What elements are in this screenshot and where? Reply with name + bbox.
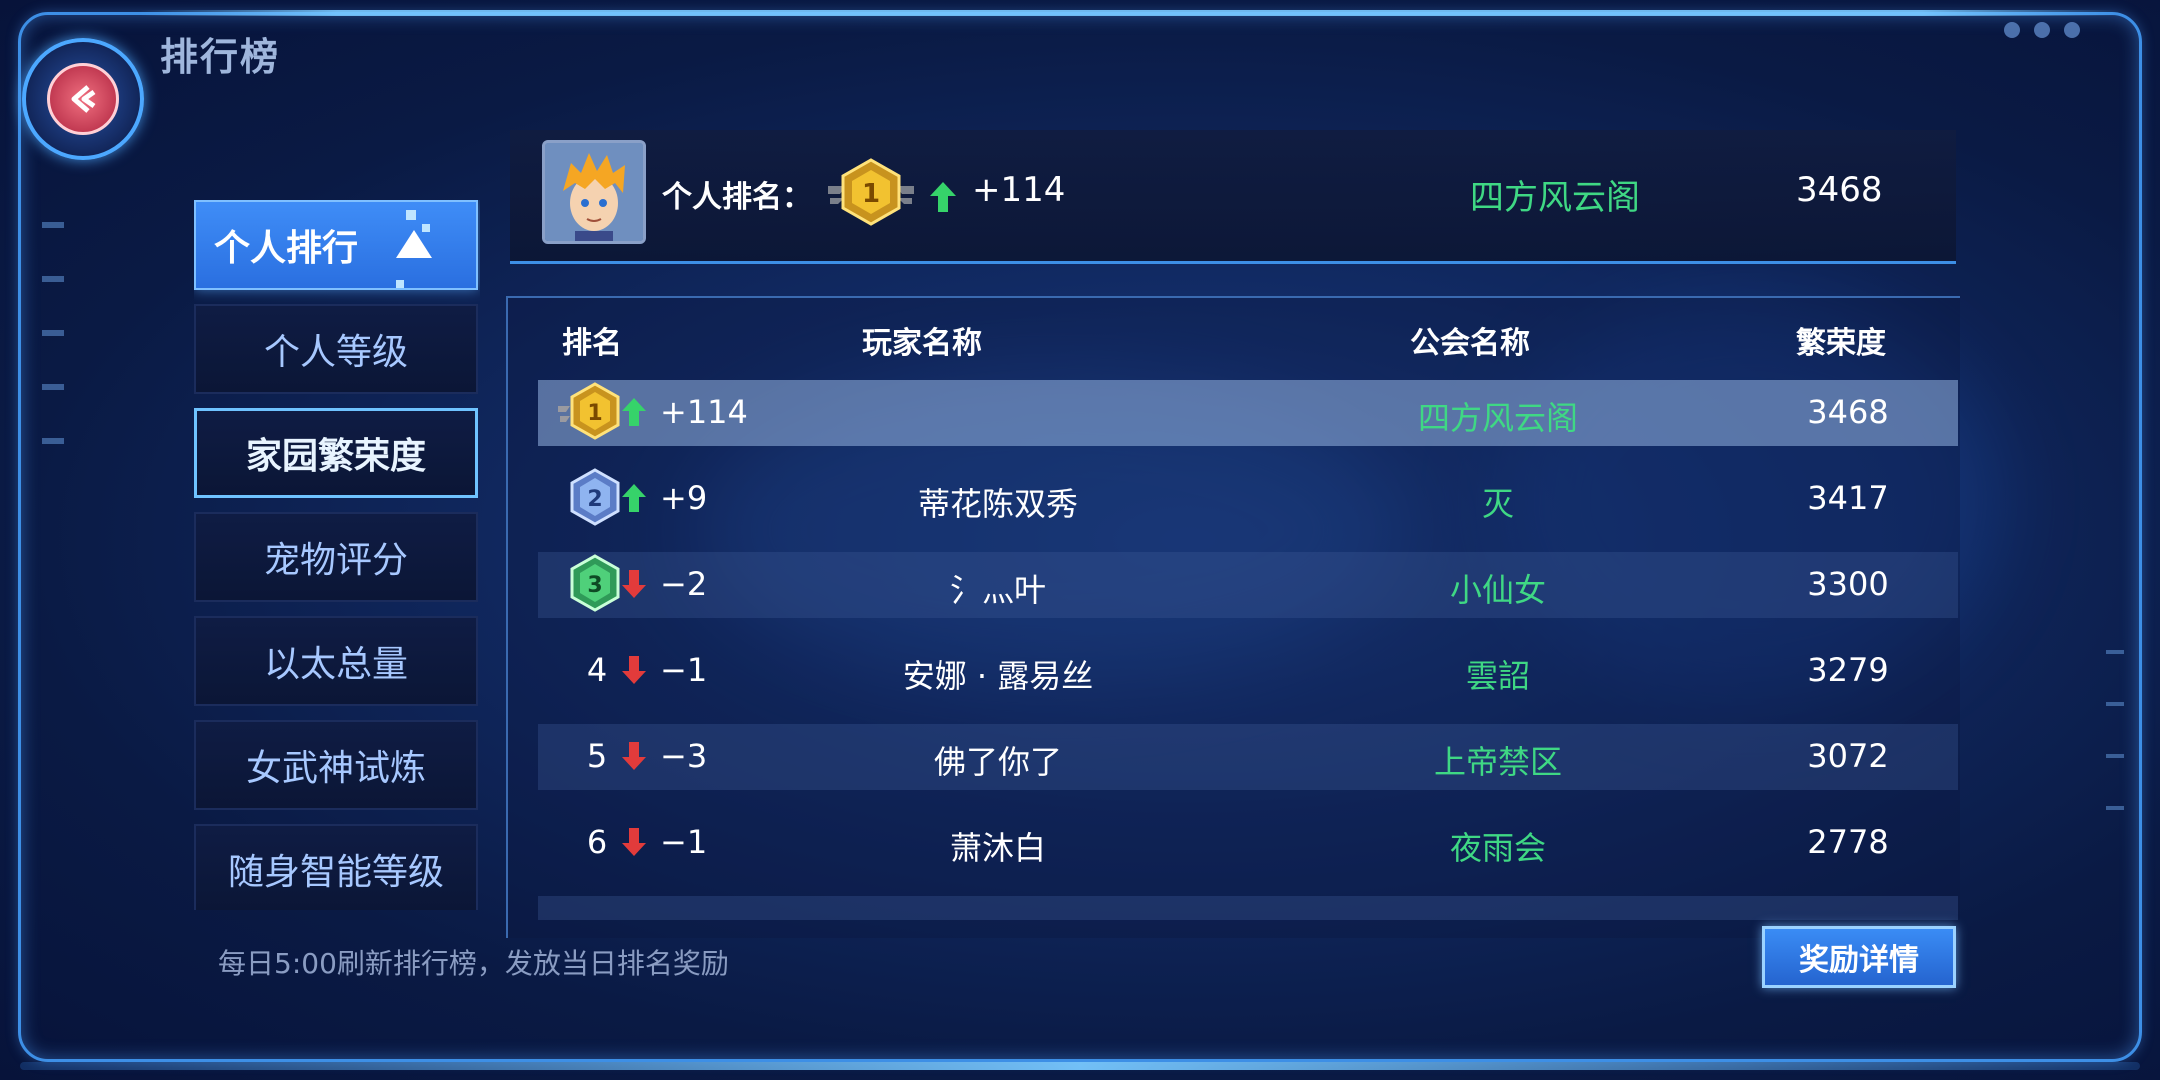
back-button[interactable] — [22, 38, 144, 160]
leaderboard-list[interactable]: 1 +114 四方风云阁 3468 2 +9 蒂花陈双秀 灭 3417 3 −2… — [538, 380, 1958, 920]
frame-top-glow — [140, 10, 2120, 16]
down-arrow-icon — [620, 826, 648, 866]
tab-label: 宠物评分 — [263, 540, 408, 581]
rank-number: 1 — [587, 401, 602, 426]
rank-change: −3 — [660, 737, 708, 775]
guild-name: 小仙女 — [1449, 571, 1546, 609]
tab-label: 个人等级 — [263, 332, 408, 373]
frame-bottom-glow — [20, 1062, 2140, 1070]
player-name: 萧沐白 — [949, 829, 1046, 867]
player-avatar[interactable] — [542, 140, 646, 244]
tab-valkyrie-trial[interactable]: 女武神试炼 — [194, 720, 478, 810]
table-row[interactable]: 1 +114 四方风云阁 3468 — [538, 380, 1958, 446]
header-rank: 排名 — [562, 326, 622, 361]
pixel-decor — [406, 210, 416, 220]
rank-number: 3 — [587, 573, 602, 598]
back-arrow-icon — [47, 63, 119, 135]
tab-label: 以太总量 — [263, 644, 408, 685]
my-rank-bar: 个人排名： 1 +114 四方风云阁 3468 — [510, 130, 1956, 264]
my-rank-number: 1 — [862, 179, 880, 209]
rank-change: −1 — [660, 651, 708, 689]
up-arrow-icon — [620, 396, 648, 436]
my-prosperity: 3468 — [1796, 170, 1883, 210]
my-guild-name: 四方风云阁 — [1470, 178, 1640, 218]
tab-pet-score[interactable]: 宠物评分 — [194, 512, 478, 602]
guild-name: 夜雨会 — [1449, 829, 1546, 867]
prosperity-value: 3417 — [1807, 479, 1889, 517]
table-row[interactable]: 3 −2 氵灬叶 小仙女 3300 — [538, 552, 1958, 618]
rank-number: 4 — [586, 651, 608, 689]
tab-personal-ranking[interactable]: 个人排行 — [194, 200, 478, 290]
pixel-decor — [396, 280, 404, 288]
guild-name: 灭 — [1481, 485, 1514, 523]
guild-name: 雲詔 — [1465, 657, 1530, 695]
down-arrow-icon — [620, 654, 648, 694]
rank-change: −2 — [660, 565, 708, 603]
header-guild: 公会名称 — [1410, 326, 1530, 361]
tab-personal-level[interactable]: 个人等级 — [194, 304, 478, 394]
collapse-up-icon — [396, 230, 432, 258]
tab-label: 个人排行 — [214, 228, 359, 269]
guild-name: 上帝禁区 — [1433, 743, 1562, 781]
up-arrow-icon — [620, 482, 648, 522]
prosperity-value: 3300 — [1807, 565, 1889, 603]
window-dots — [2004, 22, 2080, 38]
tab-label: 家园繁荣度 — [245, 436, 426, 477]
tab-label: 随身智能等级 — [227, 852, 444, 893]
left-decor-ticks — [42, 222, 64, 492]
tab-smart-companion-level[interactable]: 随身智能等级 — [194, 824, 478, 910]
table-row[interactable]: 2 +9 蒂花陈双秀 灭 3417 — [538, 466, 1958, 532]
rank-change: +114 — [660, 393, 748, 431]
player-name: 蒂花陈双秀 — [917, 485, 1078, 523]
header-player: 玩家名称 — [862, 326, 982, 361]
player-name: 安娜 · 露易丝 — [902, 657, 1094, 695]
my-rank-label: 个人排名： — [662, 180, 812, 215]
my-rank-change: +114 — [972, 170, 1066, 210]
tab-label: 女武神试炼 — [245, 748, 426, 789]
table-row[interactable]: 5 −3 佛了你了 上帝禁区 3072 — [538, 724, 1958, 790]
up-arrow-icon — [928, 180, 958, 218]
guild-name: 四方风云阁 — [1417, 399, 1578, 437]
gold-rank-badge-icon: 1 — [826, 158, 916, 232]
player-name: 佛了你了 — [933, 743, 1062, 781]
header-prosperity: 繁荣度 — [1796, 326, 1886, 361]
table-row[interactable]: 4 −1 安娜 · 露易丝 雲詔 3279 — [538, 638, 1958, 704]
player-name: 氵灬叶 — [949, 571, 1046, 609]
table-row-partial[interactable] — [538, 896, 1958, 920]
down-arrow-icon — [620, 740, 648, 780]
tab-home-prosperity[interactable]: 家园繁荣度 — [194, 408, 478, 498]
refresh-note: 每日5:00刷新排行榜，发放当日排名奖励 — [218, 947, 729, 980]
down-arrow-icon — [620, 568, 648, 608]
table-row[interactable]: 6 −1 萧沐白 夜雨会 2778 — [538, 810, 1958, 876]
right-decor-ticks — [2106, 650, 2124, 858]
prosperity-value: 3072 — [1807, 737, 1889, 775]
tab-ether-total[interactable]: 以太总量 — [194, 616, 478, 706]
rank-change: +9 — [660, 479, 708, 517]
page-title: 排行榜 — [160, 35, 281, 79]
category-sidebar: 个人排行 个人等级 家园繁荣度 宠物评分 以太总量 女武神试炼 随身智能等级 — [194, 200, 480, 910]
prosperity-value: 2778 — [1807, 823, 1889, 861]
rank-number: 6 — [586, 823, 608, 861]
avatar-portrait-icon — [545, 143, 643, 241]
rank-number: 5 — [586, 737, 608, 775]
prosperity-value: 3468 — [1807, 393, 1889, 431]
table-header: 排名 玩家名称 公会名称 繁荣度 — [508, 318, 1960, 368]
pixel-decor — [422, 224, 430, 232]
reward-details-button[interactable]: 奖励详情 — [1762, 926, 1956, 988]
rank-number: 2 — [587, 487, 602, 512]
rank-change: −1 — [660, 823, 708, 861]
leaderboard-panel: 排名 玩家名称 公会名称 繁荣度 1 +114 四方风云阁 3468 2 +9 … — [506, 296, 1960, 938]
prosperity-value: 3279 — [1807, 651, 1889, 689]
